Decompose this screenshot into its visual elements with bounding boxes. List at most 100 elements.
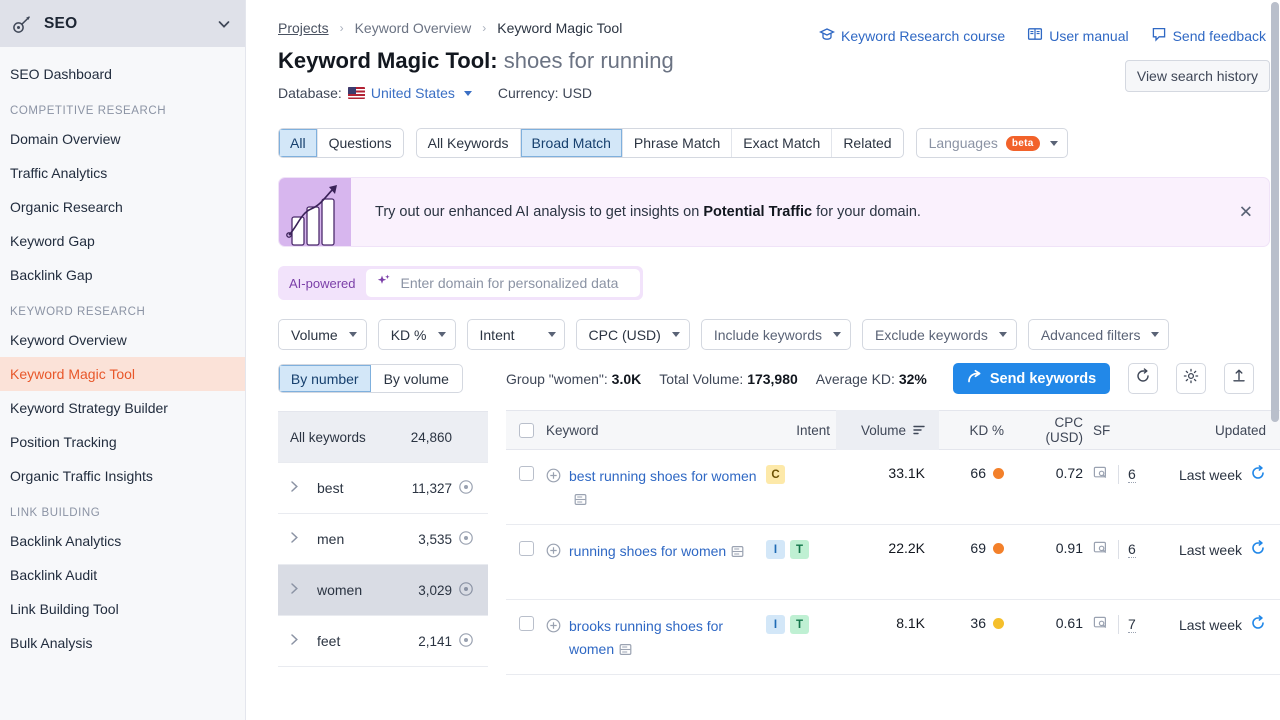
sidebar-item-backlink-audit[interactable]: Backlink Audit [0, 558, 245, 592]
row-intent-cell[interactable]: I T [764, 615, 836, 634]
tab-exact-match[interactable]: Exact Match [732, 129, 833, 157]
group-row-best[interactable]: best 11,327 [278, 463, 488, 514]
sidebar-item-traffic-analytics[interactable]: Traffic Analytics [0, 156, 245, 190]
serp-preview-icon[interactable] [731, 542, 744, 565]
table-row[interactable]: brooks running shoes for women I T 8.1K … [506, 600, 1280, 675]
export-button[interactable] [1224, 363, 1255, 394]
user-manual-link[interactable]: User manual [1027, 26, 1129, 45]
keyword-research-course-link[interactable]: Keyword Research course [818, 26, 1005, 45]
select-all-checkbox-cell[interactable] [506, 422, 546, 438]
refresh-icon[interactable] [1250, 615, 1266, 634]
plus-circle-icon[interactable] [546, 618, 561, 663]
column-keyword[interactable]: Keyword [546, 423, 764, 438]
tab-all[interactable]: All [279, 129, 318, 157]
domain-input-wrapper[interactable] [366, 269, 641, 297]
tab-related[interactable]: Related [832, 129, 902, 157]
sidebar-brand-header[interactable]: SEO [0, 0, 245, 47]
sidebar-item-link-building-tool[interactable]: Link Building Tool [0, 592, 245, 626]
column-volume[interactable]: Volume [836, 410, 939, 450]
sidebar-item-keyword-gap[interactable]: Keyword Gap [0, 224, 245, 258]
close-icon[interactable]: ✕ [1239, 204, 1253, 221]
row-checkbox-cell[interactable] [506, 540, 546, 556]
group-row-feet[interactable]: feet 2,141 [278, 616, 488, 667]
column-intent[interactable]: Intent [764, 423, 836, 438]
eye-icon[interactable] [452, 479, 474, 498]
chevron-right-icon[interactable] [290, 633, 303, 649]
row-intent-cell[interactable]: C [764, 465, 836, 484]
filter-advanced[interactable]: Advanced filters [1027, 319, 1170, 350]
tab-all-keywords[interactable]: All Keywords [417, 129, 521, 157]
tab-questions[interactable]: Questions [318, 129, 403, 157]
chevron-down-icon[interactable] [463, 90, 472, 96]
toggle-by-volume[interactable]: By volume [371, 365, 463, 392]
filter-kd[interactable]: KD % [377, 319, 456, 350]
row-sf-value[interactable]: 6 [1128, 541, 1136, 558]
row-intent-cell[interactable]: I T [764, 540, 836, 559]
tab-broad-match[interactable]: Broad Match [520, 129, 623, 157]
serp-preview-icon[interactable] [619, 640, 632, 663]
breadcrumb-projects[interactable]: Projects [278, 20, 329, 36]
row-sf-value[interactable]: 6 [1128, 466, 1136, 483]
filter-cpc[interactable]: CPC (USD) [575, 319, 690, 350]
send-feedback-link[interactable]: Send feedback [1151, 26, 1266, 45]
settings-button[interactable] [1176, 363, 1207, 394]
checkbox-icon[interactable] [518, 466, 534, 481]
row-sf-value[interactable]: 7 [1128, 616, 1136, 633]
sidebar-item-keyword-overview[interactable]: Keyword Overview [0, 323, 245, 357]
send-keywords-button[interactable]: Send keywords [952, 363, 1111, 394]
row-checkbox-cell[interactable] [506, 465, 546, 481]
sidebar-item-keyword-magic-tool[interactable]: Keyword Magic Tool [0, 357, 245, 391]
sidebar-item-keyword-strategy-builder[interactable]: Keyword Strategy Builder [0, 391, 245, 425]
breadcrumb-keyword-overview[interactable]: Keyword Overview [355, 20, 472, 36]
refresh-icon[interactable] [1250, 540, 1266, 559]
sidebar-item-seo-dashboard[interactable]: SEO Dashboard [0, 57, 245, 91]
refresh-button[interactable] [1128, 363, 1159, 394]
chevron-right-icon[interactable] [290, 582, 303, 598]
eye-icon[interactable] [452, 581, 474, 600]
page-scrollbar[interactable] [1271, 2, 1279, 422]
group-row-women[interactable]: women 3,029 [278, 565, 488, 616]
serp-preview-icon[interactable] [574, 490, 587, 513]
chevron-right-icon[interactable] [290, 480, 303, 496]
checkbox-icon[interactable] [518, 541, 534, 556]
filter-include-keywords[interactable]: Include keywords [700, 319, 852, 350]
sidebar-item-position-tracking[interactable]: Position Tracking [0, 425, 245, 459]
column-updated[interactable]: Updated [1167, 423, 1280, 438]
plus-circle-icon[interactable] [546, 468, 561, 513]
tab-phrase-match[interactable]: Phrase Match [623, 129, 733, 157]
database-selector[interactable]: Database: United States [278, 85, 472, 101]
refresh-icon[interactable] [1250, 465, 1266, 484]
group-row-all-keywords[interactable]: All keywords 24,860 [278, 412, 488, 463]
column-cpc[interactable]: CPC (USD) [1017, 415, 1093, 445]
row-checkbox-cell[interactable] [506, 615, 546, 631]
eye-icon[interactable] [452, 530, 474, 549]
database-value[interactable]: United States [371, 85, 455, 101]
sidebar-item-backlink-analytics[interactable]: Backlink Analytics [0, 524, 245, 558]
filter-exclude-keywords[interactable]: Exclude keywords [862, 319, 1017, 350]
sidebar-item-organic-traffic-insights[interactable]: Organic Traffic Insights [0, 459, 245, 493]
filter-intent[interactable]: Intent [466, 319, 565, 350]
sidebar-item-domain-overview[interactable]: Domain Overview [0, 122, 245, 156]
serp-features-icon[interactable] [1093, 465, 1109, 484]
domain-input[interactable] [400, 275, 631, 291]
sort-descending-icon[interactable] [913, 423, 925, 438]
view-search-history-button[interactable]: View search history [1124, 60, 1270, 92]
toggle-by-number[interactable]: By number [279, 365, 371, 392]
plus-circle-icon[interactable] [546, 543, 561, 565]
column-sf[interactable]: SF [1093, 423, 1167, 438]
checkbox-icon[interactable] [518, 616, 534, 631]
eye-icon[interactable] [452, 632, 474, 651]
chevron-right-icon[interactable] [290, 531, 303, 547]
chevron-down-icon[interactable] [217, 17, 231, 31]
sidebar-item-bulk-analysis[interactable]: Bulk Analysis [0, 626, 245, 660]
table-row[interactable]: best running shoes for women C 33.1K 66 [506, 450, 1280, 525]
sidebar-item-backlink-gap[interactable]: Backlink Gap [0, 258, 245, 292]
serp-features-icon[interactable] [1093, 540, 1109, 559]
serp-features-icon[interactable] [1093, 615, 1109, 634]
group-row-men[interactable]: men 3,535 [278, 514, 488, 565]
checkbox-icon[interactable] [518, 423, 534, 438]
column-kd[interactable]: KD % [939, 423, 1017, 438]
languages-dropdown[interactable]: Languages beta [915, 128, 1068, 158]
filter-volume[interactable]: Volume [278, 319, 367, 350]
table-row[interactable]: running shoes for women I T 22.2K 69 0.9… [506, 525, 1280, 600]
